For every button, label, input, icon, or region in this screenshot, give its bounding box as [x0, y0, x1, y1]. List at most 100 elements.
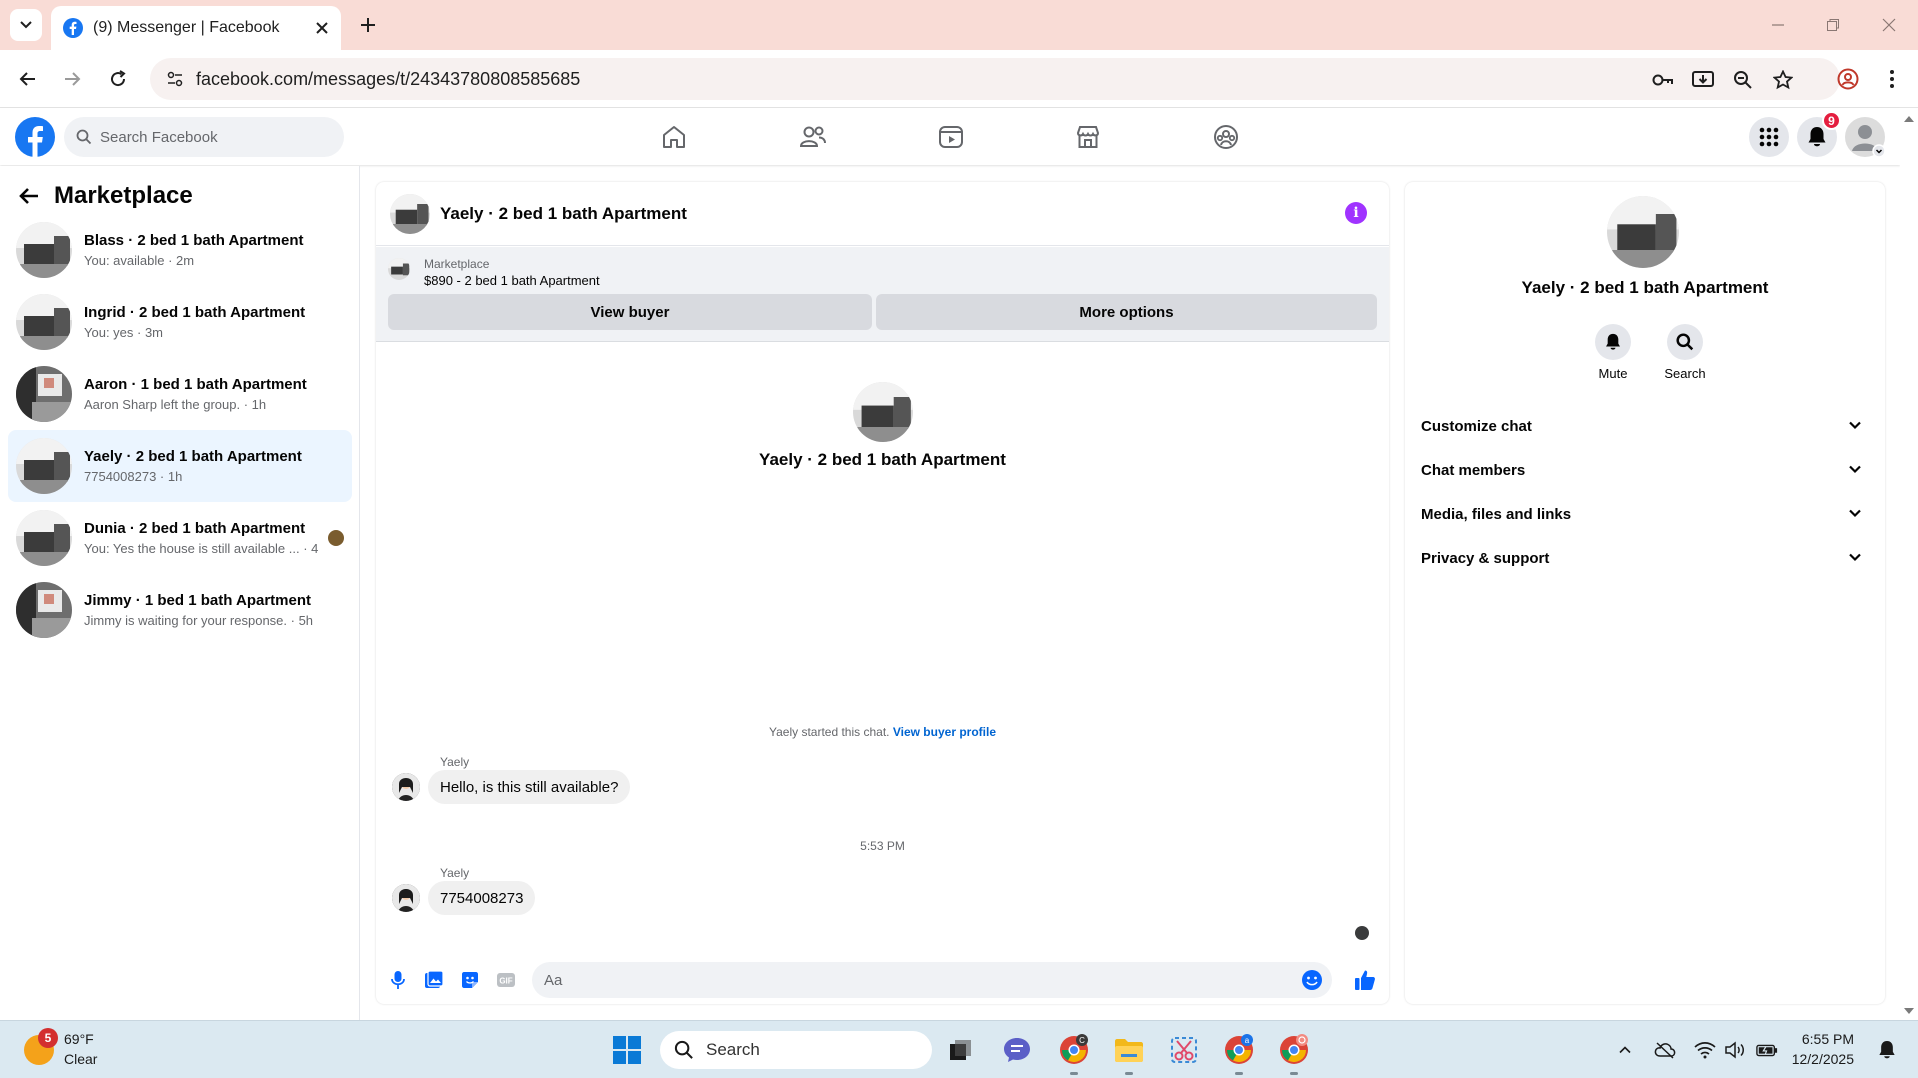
conversation-item[interactable]: Jimmy · 1 bed 1 bath Apartment Jimmy is … — [8, 574, 352, 646]
zoom-icon[interactable] — [1730, 67, 1756, 93]
menu-button[interactable] — [1749, 117, 1789, 157]
conversation-preview: You: Yes the house is still available ..… — [84, 541, 319, 556]
search-icon — [674, 1040, 693, 1059]
listing-price[interactable]: $890 - 2 bed 1 bath Apartment — [424, 273, 600, 288]
account-avatar[interactable] — [1845, 117, 1885, 157]
profile-button[interactable] — [1832, 63, 1864, 95]
privacy-support-section[interactable]: Privacy & support — [1413, 536, 1877, 580]
gaming-nav-button[interactable] — [1210, 121, 1242, 153]
facebook-logo[interactable] — [15, 117, 55, 157]
browser-toolbar: facebook.com/messages/t/2434378080858568… — [0, 50, 1918, 108]
clock-time[interactable]: 6:55 PM — [1802, 1031, 1854, 1047]
page-scrollbar[interactable] — [1900, 108, 1918, 1020]
thumbs-up-icon[interactable] — [1353, 968, 1377, 992]
notification-center-icon[interactable] — [1876, 1039, 1898, 1061]
tab-search-button[interactable] — [10, 9, 42, 41]
chevron-down-icon — [1849, 553, 1861, 562]
message-timestamp: 5:53 PM — [860, 839, 905, 853]
new-tab-button[interactable] — [353, 10, 383, 40]
more-options-button[interactable]: More options — [876, 294, 1377, 330]
minimize-button[interactable] — [1765, 12, 1791, 38]
message-bubble[interactable]: 7754008273 — [428, 881, 536, 915]
weather-temperature[interactable]: 69°F — [64, 1031, 94, 1047]
bookmark-star-icon[interactable] — [1770, 67, 1796, 93]
listing-thumbnail — [16, 510, 72, 566]
friends-nav-button[interactable] — [797, 121, 829, 153]
conversation-title: Dunia · 2 bed 1 bath Apartment — [84, 520, 306, 537]
attach-photo-icon[interactable] — [422, 968, 446, 992]
chevron-up-icon[interactable] — [1614, 1039, 1636, 1061]
back-button[interactable] — [12, 63, 44, 95]
emoji-icon[interactable] — [1300, 968, 1324, 992]
start-button[interactable] — [612, 1035, 642, 1065]
home-icon — [663, 126, 685, 148]
chat-title[interactable]: Yaely · 2 bed 1 bath Apartment — [440, 204, 687, 224]
home-nav-button[interactable] — [658, 121, 690, 153]
conversation-item[interactable]: Ingrid · 2 bed 1 bath Apartment You: yes… — [8, 286, 352, 358]
info-icon[interactable]: i — [1345, 202, 1367, 224]
mute-button[interactable]: Mute — [1583, 324, 1643, 381]
address-bar[interactable]: facebook.com/messages/t/2434378080858568… — [150, 58, 1840, 100]
marketplace-nav-button[interactable] — [1072, 121, 1104, 153]
message-sender: Yaely — [440, 755, 470, 769]
message-bubble[interactable]: Hello, is this still available? — [428, 770, 631, 804]
chat-profile-avatar[interactable] — [853, 382, 913, 442]
volume-icon[interactable] — [1724, 1039, 1746, 1061]
voice-clip-icon[interactable] — [386, 968, 410, 992]
facebook-header: Search Facebook 9 — [0, 108, 1900, 165]
view-buyer-profile-link[interactable]: View buyer profile — [893, 725, 996, 739]
conversation-preview: You: available · 2m — [84, 253, 195, 268]
details-avatar[interactable] — [1607, 196, 1679, 268]
message-input[interactable]: Aa — [532, 962, 1332, 998]
file-explorer-icon[interactable] — [1112, 1033, 1146, 1075]
install-app-icon[interactable] — [1690, 67, 1716, 93]
chrome-profile-a-icon[interactable]: a — [1222, 1033, 1256, 1075]
restore-button[interactable] — [1820, 12, 1846, 38]
conversation-item[interactable]: Blass · 2 bed 1 bath Apartment You: avai… — [8, 214, 352, 286]
video-nav-button[interactable] — [935, 121, 967, 153]
seen-avatar — [328, 530, 344, 546]
conversation-preview: You: yes · 3m — [84, 325, 164, 340]
conversation-item[interactable]: Dunia · 2 bed 1 bath Apartment You: Yes … — [8, 502, 352, 574]
forward-button[interactable] — [56, 63, 88, 95]
listing-thumbnail — [16, 582, 72, 638]
view-buyer-button[interactable]: View buyer — [388, 294, 872, 330]
seen-indicator-avatar — [1355, 926, 1369, 940]
wifi-icon[interactable] — [1694, 1039, 1716, 1061]
listing-thumbnail — [388, 258, 410, 280]
gif-icon[interactable]: GIF — [494, 968, 518, 992]
taskbar-search[interactable]: Search — [660, 1031, 932, 1069]
reload-button[interactable] — [102, 63, 134, 95]
chrome-active-profile-icon[interactable] — [1277, 1033, 1311, 1075]
password-key-icon[interactable] — [1650, 67, 1676, 93]
search-in-chat-button[interactable]: Search — [1655, 324, 1715, 381]
groups-icon — [1214, 125, 1238, 149]
weather-condition[interactable]: Clear — [64, 1051, 97, 1067]
customize-chat-section[interactable]: Customize chat — [1413, 404, 1877, 448]
conversation-item-active[interactable]: Yaely · 2 bed 1 bath Apartment 775400827… — [8, 430, 352, 502]
scroll-down-icon — [1904, 1008, 1914, 1014]
battery-icon[interactable] — [1756, 1039, 1778, 1061]
notifications-button[interactable]: 9 — [1797, 111, 1841, 157]
snipping-tool-icon[interactable] — [1167, 1033, 1201, 1067]
close-window-button[interactable] — [1876, 12, 1902, 38]
chrome-profile-c-icon[interactable]: C — [1057, 1033, 1091, 1075]
chat-header-avatar[interactable] — [390, 193, 430, 234]
browser-tab[interactable]: (9) Messenger | Facebook — [51, 6, 341, 50]
browser-menu-button[interactable] — [1876, 63, 1908, 95]
back-arrow-icon[interactable] — [18, 185, 40, 207]
sticker-icon[interactable] — [458, 968, 482, 992]
chat-members-section[interactable]: Chat members — [1413, 448, 1877, 492]
task-view-icon[interactable] — [944, 1033, 978, 1067]
clock-date[interactable]: 12/2/2025 — [1792, 1051, 1854, 1067]
media-files-links-section[interactable]: Media, files and links — [1413, 492, 1877, 536]
scroll-up-icon — [1904, 116, 1914, 122]
close-tab-icon[interactable] — [315, 21, 329, 35]
teams-chat-icon[interactable] — [1000, 1033, 1034, 1067]
conversation-item[interactable]: Aaron · 1 bed 1 bath Apartment Aaron Sha… — [8, 358, 352, 430]
section-label: Customize chat — [1421, 417, 1532, 435]
sender-avatar[interactable] — [392, 884, 420, 912]
cloud-offline-icon[interactable] — [1654, 1039, 1676, 1061]
sender-avatar[interactable] — [392, 773, 420, 801]
facebook-search-input[interactable]: Search Facebook — [64, 117, 344, 157]
